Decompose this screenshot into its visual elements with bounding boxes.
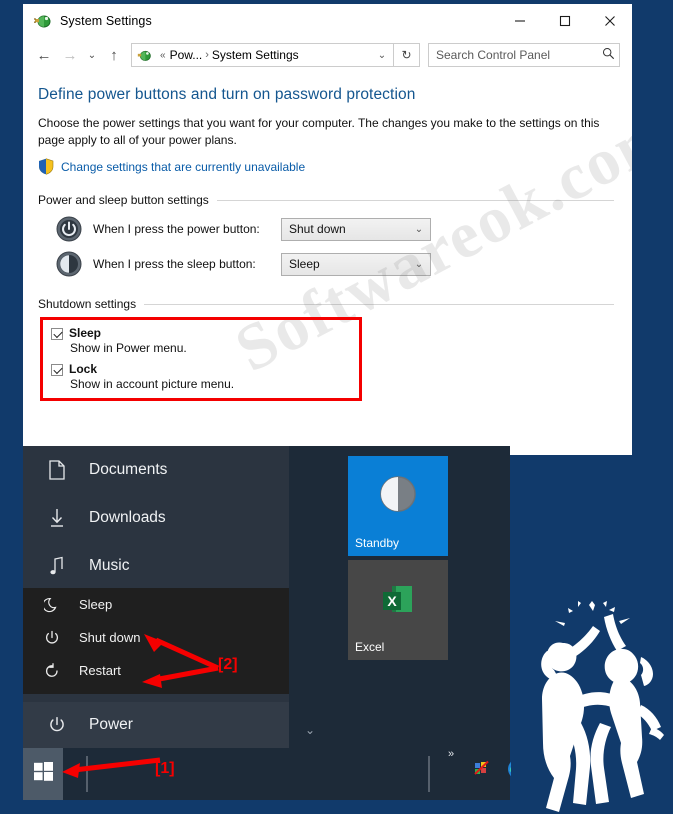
highlight-box: Sleep Show in Power menu. Lock Show in a… bbox=[40, 317, 362, 401]
settings-content: Softwareok.com Define power buttons and … bbox=[23, 72, 632, 401]
window-controls bbox=[497, 4, 632, 38]
power-flyout-label: Restart bbox=[79, 663, 121, 678]
breadcrumb-current[interactable]: System Settings bbox=[212, 48, 299, 62]
change-settings-link[interactable]: Change settings that are currently unava… bbox=[61, 160, 305, 174]
change-settings-link-row[interactable]: Change settings that are currently unava… bbox=[38, 158, 614, 175]
address-bar: ← → ⌄ ↑ « Pow... › System Settings ⌄ ↻ S… bbox=[23, 38, 632, 72]
start-menu-left-rail: Documents Downloads Music Sleep Shut dow… bbox=[23, 446, 289, 748]
search-input[interactable]: Search Control Panel bbox=[436, 48, 602, 62]
sleep-button-row: When I press the sleep button: Sleep ⌄ bbox=[56, 251, 614, 277]
standby-orb-icon bbox=[378, 474, 418, 519]
start-item-label: Documents bbox=[89, 461, 168, 478]
minimize-button[interactable] bbox=[497, 4, 542, 38]
taskbar-divider bbox=[428, 756, 430, 792]
power-options-icon bbox=[137, 48, 152, 63]
back-button[interactable]: ← bbox=[31, 42, 57, 68]
restart-icon bbox=[41, 662, 63, 679]
power-flyout-sleep[interactable]: Sleep bbox=[23, 588, 289, 621]
chevron-down-icon[interactable]: ⌄ bbox=[373, 50, 391, 61]
lock-checkbox[interactable] bbox=[51, 364, 63, 376]
start-scroll-chevron-icon[interactable]: ⌄ bbox=[305, 723, 315, 737]
forward-button[interactable]: → bbox=[57, 42, 83, 68]
window-titlebar: System Settings bbox=[23, 4, 632, 38]
sleep-checkbox-row[interactable]: Sleep bbox=[51, 326, 359, 340]
power-settings-icon bbox=[34, 12, 52, 30]
tray-overflow-chevron-icon[interactable]: » bbox=[448, 748, 454, 760]
shutdown-settings-group: Shutdown settings Sleep Show in Power me… bbox=[38, 297, 614, 401]
sleep-button-label: When I press the sleep button: bbox=[93, 257, 256, 271]
network-blocked-icon[interactable] bbox=[473, 760, 493, 778]
tile-standby[interactable]: Standby bbox=[348, 456, 448, 556]
start-item-label: Music bbox=[89, 557, 130, 574]
divider bbox=[216, 199, 614, 201]
start-button[interactable] bbox=[23, 748, 63, 800]
window-title: System Settings bbox=[60, 14, 152, 28]
search-box[interactable]: Search Control Panel bbox=[428, 43, 620, 67]
windows-logo-icon bbox=[33, 761, 54, 787]
divider bbox=[144, 303, 614, 305]
annotation-label-2: [2] bbox=[218, 656, 238, 673]
power-button-select[interactable]: Shut down ⌄ bbox=[281, 217, 431, 241]
annotation-label-1: [1] bbox=[155, 760, 175, 777]
chevron-down-icon: ⌄ bbox=[414, 223, 424, 235]
tile-excel[interactable]: X Excel bbox=[348, 560, 448, 660]
lock-checkbox-label: Lock bbox=[69, 362, 98, 376]
power-group-header: Power and sleep button settings bbox=[38, 193, 614, 207]
shutdown-group-header: Shutdown settings bbox=[38, 297, 614, 311]
sleep-checkbox[interactable] bbox=[51, 328, 63, 340]
breadcrumb-overflow[interactable]: « bbox=[160, 50, 166, 61]
power-flyout-label: Shut down bbox=[79, 630, 141, 645]
excel-icon: X bbox=[378, 580, 418, 625]
document-icon bbox=[45, 460, 69, 480]
power-button-value: Shut down bbox=[289, 222, 346, 236]
page-title: Define power buttons and turn on passwor… bbox=[38, 86, 416, 103]
breadcrumb-parent[interactable]: Pow... bbox=[170, 48, 203, 62]
moon-icon bbox=[41, 597, 63, 613]
power-icon bbox=[41, 630, 63, 646]
lock-checkbox-description: Show in account picture menu. bbox=[70, 377, 235, 391]
start-item-power[interactable]: Power bbox=[23, 702, 289, 748]
power-button-row: When I press the power button: Shut down… bbox=[56, 216, 614, 242]
start-item-documents[interactable]: Documents bbox=[23, 446, 289, 494]
power-flyout-label: Sleep bbox=[79, 597, 113, 612]
shutdown-group-title: Shutdown settings bbox=[38, 297, 137, 311]
page-description: Choose the power settings that you want … bbox=[38, 116, 600, 147]
power-button-label: When I press the power button: bbox=[93, 222, 260, 236]
power-and-sleep-group: Power and sleep button settings When I p… bbox=[38, 193, 614, 277]
recent-locations-button[interactable]: ⌄ bbox=[83, 42, 101, 68]
start-item-label: Downloads bbox=[89, 509, 166, 526]
power-button-icon bbox=[56, 216, 82, 242]
sleep-button-value: Sleep bbox=[289, 257, 320, 271]
sleep-button-icon bbox=[56, 251, 82, 277]
start-item-music[interactable]: Music bbox=[23, 542, 289, 590]
sleep-checkbox-label: Sleep bbox=[69, 326, 102, 340]
tile-label: Excel bbox=[355, 640, 385, 654]
breadcrumb-separator: › bbox=[205, 49, 209, 61]
uac-shield-icon bbox=[38, 158, 54, 175]
breadcrumb[interactable]: « Pow... › System Settings ⌄ bbox=[131, 43, 394, 67]
chevron-down-icon: ⌄ bbox=[414, 258, 424, 270]
music-icon bbox=[45, 556, 69, 576]
download-icon bbox=[45, 508, 69, 528]
start-item-label: Power bbox=[89, 716, 133, 733]
annotation-arrow-1 bbox=[62, 757, 161, 778]
power-icon bbox=[45, 716, 69, 734]
refresh-button[interactable]: ↻ bbox=[394, 43, 420, 67]
sleep-button-select[interactable]: Sleep ⌄ bbox=[281, 252, 431, 276]
tile-label: Standby bbox=[355, 536, 400, 550]
sleep-checkbox-description: Show in Power menu. bbox=[70, 341, 187, 355]
svg-text:X: X bbox=[387, 593, 397, 609]
power-group-title: Power and sleep button settings bbox=[38, 193, 209, 207]
lock-checkbox-row[interactable]: Lock bbox=[51, 362, 359, 376]
celebrating-figures-illustration bbox=[511, 601, 673, 814]
maximize-button[interactable] bbox=[542, 4, 587, 38]
search-icon bbox=[602, 47, 615, 63]
start-item-downloads[interactable]: Downloads bbox=[23, 494, 289, 542]
system-settings-window: System Settings ← → ⌄ ↑ « Pow... › Syste… bbox=[23, 4, 632, 455]
close-button[interactable] bbox=[587, 4, 632, 38]
up-button[interactable]: ↑ bbox=[101, 42, 127, 68]
